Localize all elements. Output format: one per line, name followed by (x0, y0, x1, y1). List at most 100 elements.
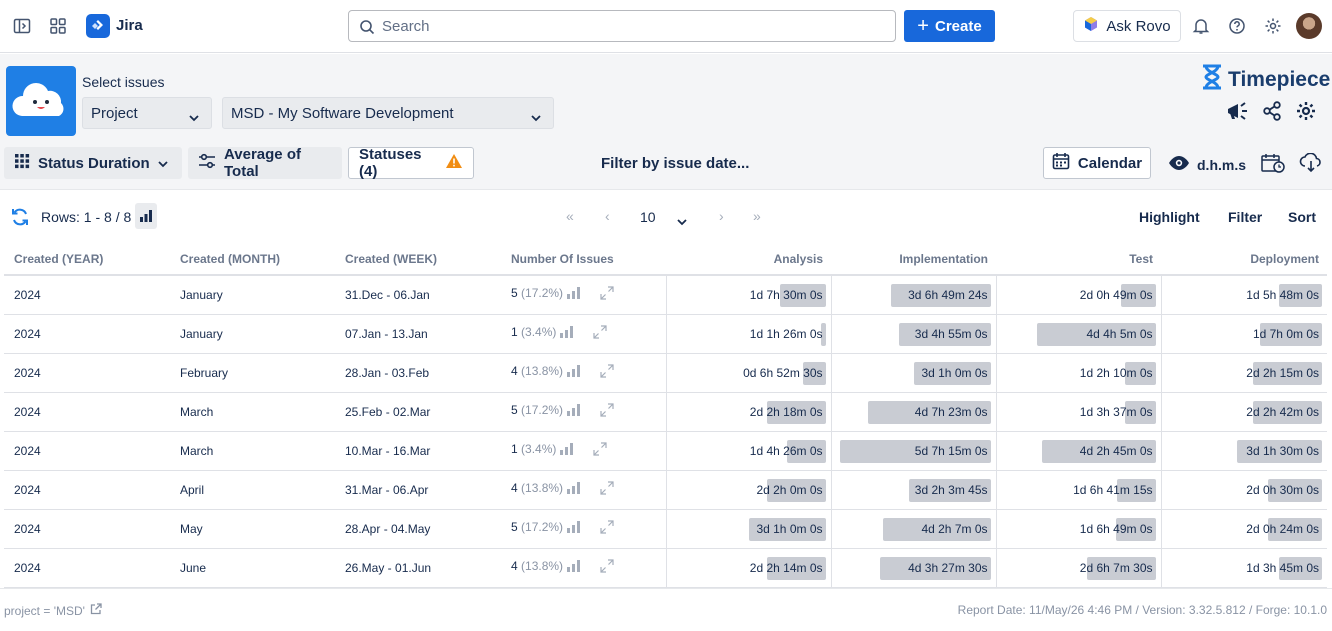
mini-bar-chart-icon[interactable] (567, 287, 581, 302)
duration-value: 1d 1h 26m 0s (749, 326, 823, 341)
sidebar-toggle-icon[interactable] (10, 14, 34, 38)
search-input[interactable]: Search (348, 10, 896, 42)
expand-icon[interactable] (599, 558, 615, 577)
table-row[interactable]: 2024 January 07.Jan - 13.Jan 1 (3.4%) 1d 1h … (4, 314, 1327, 354)
cell-test: 4d 4h 5m 0s (995, 314, 1161, 354)
table-header-row: Created (YEAR) Created (MONTH) Created (… (4, 244, 1327, 276)
duration-value: 2d 0h 24m 0s (1246, 521, 1319, 536)
column-header-deployment[interactable]: Deployment (1161, 244, 1327, 276)
calendar-label: Calendar (1077, 154, 1143, 172)
cell-number-of-issues: 5 (17.2%) (501, 392, 666, 432)
table-row[interactable]: 2024 January 31.Dec - 06.Jan 5 (17.2%) 1d 7h… (4, 275, 1327, 315)
duration-value: 2d 2h 0m 0s (756, 482, 823, 497)
duration-value: 1d 7h 30m 0s (749, 287, 823, 302)
ask-rovo-button[interactable]: Ask Rovo (1073, 10, 1181, 42)
column-header-year[interactable]: Created (YEAR) (4, 244, 170, 276)
issue-percent: (3.4%) (521, 442, 557, 456)
rows-count: Rows: 1 - 8 / 8 (41, 209, 132, 225)
cell-month: March (170, 392, 335, 432)
expand-icon[interactable] (599, 519, 615, 538)
cell-analysis: 1d 4h 26m 0s (665, 431, 831, 471)
calendar-button[interactable]: Calendar (1043, 147, 1151, 179)
mini-bar-chart-icon[interactable] (567, 521, 581, 536)
announcement-megaphone-icon[interactable] (1226, 101, 1248, 126)
chevron-down-icon[interactable] (677, 213, 687, 231)
cell-test: 1d 6h 41m 15s (995, 470, 1161, 510)
plus-icon: + (917, 15, 929, 37)
scope-select[interactable]: Project (82, 97, 212, 129)
create-button[interactable]: + Create (904, 10, 995, 42)
mini-bar-chart-icon[interactable] (567, 482, 581, 497)
bar-chart-icon[interactable] (135, 203, 157, 229)
table-row[interactable]: 2024 March 10.Mar - 16.Mar 1 (3.4%) 1d 4h 26… (4, 431, 1327, 471)
cell-analysis: 3d 1h 0m 0s (665, 509, 831, 549)
settings-gear-icon[interactable] (1261, 14, 1285, 38)
mini-bar-chart-icon[interactable] (560, 443, 574, 458)
table-row[interactable]: 2024 March 25.Feb - 02.Mar 5 (17.2%) 2d 2h 1… (4, 392, 1327, 432)
previous-page-icon[interactable]: ‹ (605, 208, 610, 224)
average-of-total-button[interactable]: Average of Total (188, 146, 342, 180)
refresh-icon[interactable] (10, 207, 30, 232)
status-duration-button[interactable]: Status Duration (4, 147, 182, 179)
column-header-week[interactable]: Created (WEEK) (335, 244, 501, 276)
expand-icon[interactable] (599, 480, 615, 499)
first-page-icon[interactable]: « (566, 208, 574, 224)
cell-year: 2024 (4, 392, 170, 432)
cell-number-of-issues: 4 (13.8%) (501, 548, 666, 588)
duration-value: 3d 6h 49m 24s (908, 287, 988, 302)
jira-logo-icon[interactable] (86, 14, 110, 38)
share-icon[interactable] (1262, 101, 1282, 126)
column-header-analysis[interactable]: Analysis (666, 244, 831, 276)
cell-analysis: 2d 2h 18m 0s (665, 392, 831, 432)
cloud-download-icon[interactable] (1299, 151, 1323, 175)
project-select[interactable]: MSD - My Software Development (222, 97, 554, 129)
highlight-button[interactable]: Highlight (1139, 209, 1200, 225)
settings-gear-icon[interactable] (1296, 101, 1316, 126)
app-name[interactable]: Jira (116, 17, 143, 34)
report-footer: project = 'MSD' Report Date: 11/May/26 4… (0, 588, 1332, 631)
column-header-test[interactable]: Test (996, 244, 1161, 276)
hourglass-icon (1200, 64, 1224, 96)
user-avatar[interactable] (1296, 13, 1322, 39)
table-row[interactable]: 2024 June 26.May - 01.Jun 4 (13.8%) 2d 2h 14… (4, 548, 1327, 588)
statuses-button[interactable]: Statuses (4) (348, 146, 474, 180)
expand-icon[interactable] (592, 324, 608, 343)
column-header-number-of-issues[interactable]: Number Of Issues (501, 244, 666, 276)
time-format-toggle[interactable]: d.h.m.s (1168, 155, 1246, 174)
column-header-implementation[interactable]: Implementation (831, 244, 996, 276)
help-icon[interactable] (1225, 14, 1249, 38)
cell-year: 2024 (4, 431, 170, 471)
jql-text: project = 'MSD' (4, 603, 85, 618)
table-row[interactable]: 2024 April 31.Mar - 06.Apr 4 (13.8%) 2d 2h 0… (4, 470, 1327, 510)
expand-icon[interactable] (599, 402, 615, 421)
mini-bar-chart-icon[interactable] (567, 365, 581, 380)
cell-test: 1d 3h 37m 0s (995, 392, 1161, 432)
expand-icon[interactable] (599, 363, 615, 382)
notifications-bell-icon[interactable] (1189, 14, 1213, 38)
cell-month: May (170, 509, 335, 549)
select-issues-label: Select issues (82, 74, 165, 90)
issue-count: 4 (511, 481, 518, 495)
last-page-icon[interactable]: » (753, 208, 761, 224)
filter-by-issue-date[interactable]: Filter by issue date... (601, 155, 749, 172)
duration-value: 4d 2h 7m 0s (921, 521, 988, 536)
mini-bar-chart-icon[interactable] (560, 326, 574, 341)
duration-value: 1d 2h 10m 0s (1079, 365, 1153, 380)
page-size-select[interactable]: 10 (640, 209, 656, 225)
filter-button[interactable]: Filter (1228, 209, 1262, 225)
issue-percent: (13.8%) (521, 559, 564, 573)
mini-bar-chart-icon[interactable] (567, 560, 581, 575)
cell-number-of-issues: 1 (3.4%) (501, 314, 666, 354)
table-row[interactable]: 2024 May 28.Apr - 04.May 5 (17.2%) 3d 1h 0m … (4, 509, 1327, 549)
sort-button[interactable]: Sort (1288, 209, 1316, 225)
mini-bar-chart-icon[interactable] (567, 404, 581, 419)
table-row[interactable]: 2024 February 28.Jan - 03.Feb 4 (13.8%) 0d 6… (4, 353, 1327, 393)
cell-implementation: 3d 6h 49m 24s (830, 275, 996, 315)
column-header-month[interactable]: Created (MONTH) (170, 244, 335, 276)
expand-icon[interactable] (599, 285, 615, 304)
app-switcher-icon[interactable] (46, 14, 70, 38)
jql-link[interactable]: project = 'MSD' (4, 603, 102, 618)
expand-icon[interactable] (592, 441, 608, 460)
next-page-icon[interactable]: › (719, 208, 724, 224)
calendar-schedule-icon[interactable] (1261, 151, 1285, 175)
